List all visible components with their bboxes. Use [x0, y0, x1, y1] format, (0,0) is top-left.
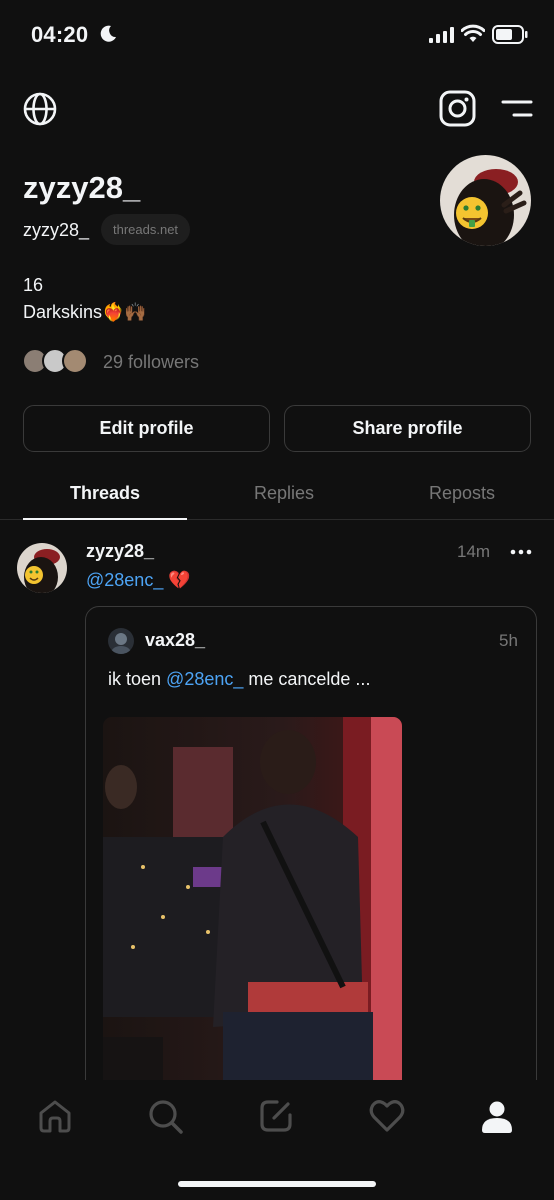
signal-icon	[429, 27, 454, 43]
post-emoji: 💔	[163, 570, 191, 590]
share-profile-button[interactable]: Share profile	[284, 405, 531, 452]
home-icon[interactable]	[36, 1097, 74, 1135]
profile-icon[interactable]	[478, 1097, 516, 1135]
compose-icon[interactable]	[257, 1097, 295, 1135]
bio-age: 16	[23, 275, 44, 295]
profile-username: zyzy28_	[23, 170, 141, 205]
search-icon[interactable]	[146, 1097, 184, 1135]
profile-handle: zyzy28_	[23, 220, 90, 240]
moon-icon	[100, 25, 116, 42]
quoted-avatar[interactable]	[108, 628, 134, 654]
domain-badge[interactable]: threads.net	[101, 214, 191, 245]
status-bar: 04:20	[0, 0, 554, 70]
quoted-text-before: ik toen	[108, 669, 167, 689]
post-username[interactable]: zyzy28_	[86, 541, 154, 562]
menu-icon[interactable]	[500, 96, 534, 122]
more-options-icon[interactable]	[510, 542, 532, 562]
bio-text: Darkskins❤️‍🔥🙌🏾	[23, 302, 147, 322]
profile-tabs: Threads Replies Reposts	[0, 470, 554, 520]
edit-profile-button[interactable]: Edit profile	[23, 405, 270, 452]
quoted-timestamp: 5h	[499, 631, 518, 650]
post-text: @28enc_ 💔	[86, 570, 191, 591]
heart-icon[interactable]	[368, 1097, 406, 1135]
quoted-photo[interactable]	[103, 717, 402, 1117]
quoted-text-after: me cancelde ...	[243, 669, 371, 689]
tab-reposts[interactable]: Reposts	[380, 483, 544, 504]
tab-threads[interactable]: Threads	[23, 483, 187, 504]
tab-replies[interactable]: Replies	[202, 483, 366, 504]
followers-count[interactable]: 29 followers	[103, 352, 199, 373]
profile-avatar[interactable]	[440, 155, 531, 246]
battery-icon	[492, 25, 528, 44]
post-timestamp: 14m	[457, 542, 491, 561]
wifi-icon	[461, 24, 485, 42]
quoted-username[interactable]: vax28_	[145, 630, 205, 651]
instagram-icon[interactable]	[439, 90, 476, 127]
post-mention-link[interactable]: @28enc_	[86, 570, 163, 590]
avatar	[62, 348, 88, 374]
globe-icon[interactable]	[22, 91, 58, 127]
active-tab-indicator	[23, 518, 187, 520]
status-time: 04:20	[31, 22, 89, 47]
quoted-mention-link[interactable]: @28enc_	[166, 669, 243, 689]
home-indicator	[178, 1181, 376, 1187]
post-avatar[interactable]	[17, 543, 67, 593]
quoted-text: ik toen @28enc_ me cancelde ...	[108, 669, 370, 690]
follower-avatars[interactable]	[22, 348, 88, 376]
